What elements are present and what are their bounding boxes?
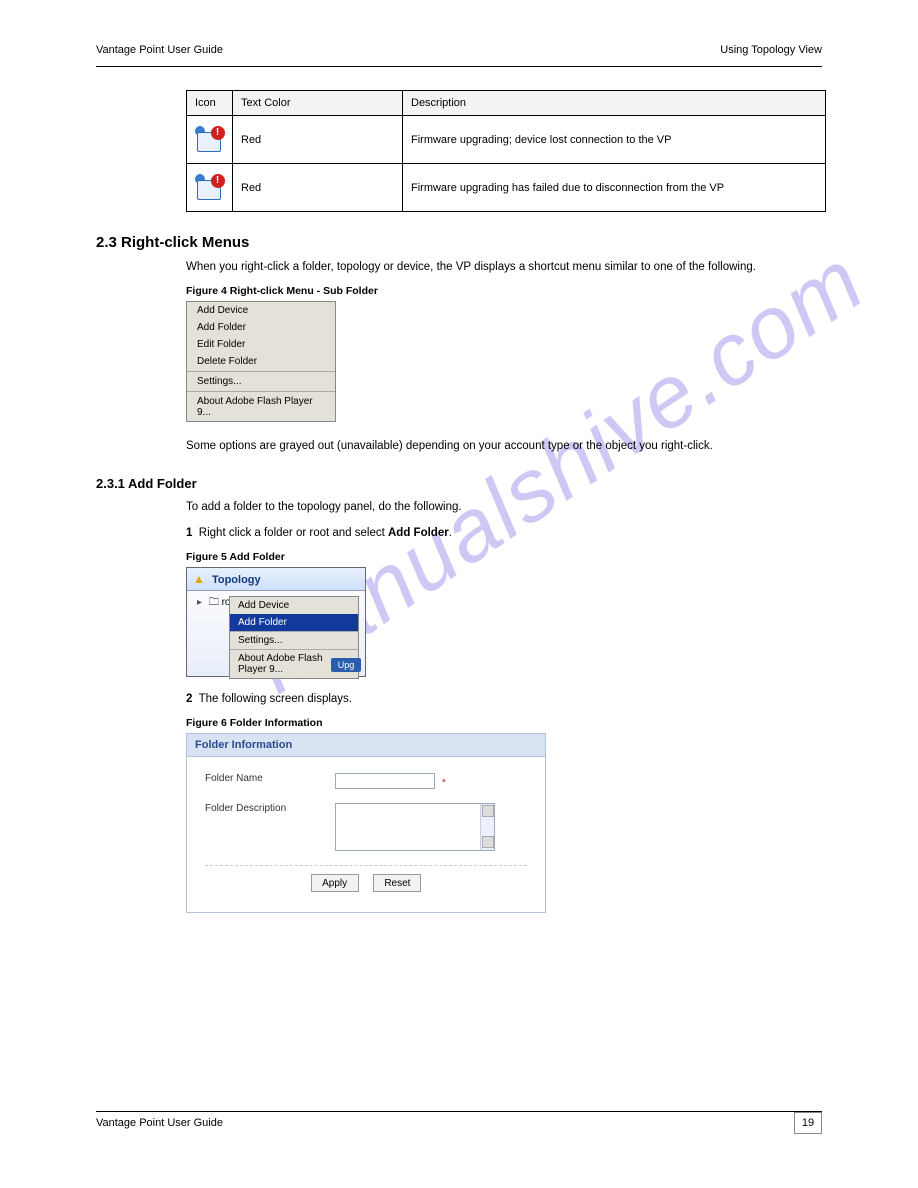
- scroll-up-icon[interactable]: [482, 805, 494, 817]
- step2: 2 The following screen displays.: [186, 691, 822, 707]
- table-row: ! Red Firmware upgrading has failed due …: [187, 164, 826, 212]
- page-footer: Vantage Point User Guide 19: [96, 1112, 822, 1134]
- status-icon-table: Icon Text Color Description ! Red Firmwa…: [186, 90, 826, 212]
- folder-name-field-wrap: *: [335, 773, 446, 789]
- paragraph: To add a folder to the topology panel, d…: [186, 499, 822, 515]
- row2-desc: Firmware upgrading has failed due to dis…: [403, 164, 826, 212]
- form-button-row: Apply Reset: [205, 865, 527, 906]
- reset-button[interactable]: Reset: [373, 874, 421, 892]
- separator: [187, 391, 335, 392]
- scrollbar[interactable]: [480, 804, 494, 850]
- required-star-icon: *: [442, 777, 446, 789]
- ctx-item-about-flash[interactable]: About Adobe Flash Player 9...: [187, 393, 335, 421]
- warning-icon: ▲: [193, 572, 205, 586]
- paragraph: When you right-click a folder, topology …: [186, 259, 822, 275]
- step1: 1 Right click a folder or root and selec…: [186, 525, 822, 541]
- ctx-item-delete-folder[interactable]: Delete Folder: [187, 353, 335, 370]
- ctx-item-add-folder[interactable]: Add Folder: [187, 319, 335, 336]
- table-header-row: Icon Text Color Description: [187, 91, 826, 116]
- ctx-item-settings[interactable]: Settings...: [230, 632, 358, 649]
- row1-color: Red: [233, 116, 403, 164]
- ctx-item-add-folder-highlighted[interactable]: Add Folder: [230, 614, 358, 631]
- section-2-3: 2.3 Right-click Menus When you right-cli…: [96, 234, 822, 454]
- page-content: Icon Text Color Description ! Red Firmwa…: [96, 90, 822, 913]
- folder-desc-label: Folder Description: [205, 803, 335, 814]
- step1-bold: Add Folder: [388, 527, 449, 539]
- ctx-item-add-device[interactable]: Add Device: [187, 302, 335, 319]
- step1-no: 1: [186, 527, 192, 539]
- header-left: Vantage Point User Guide: [96, 44, 223, 56]
- th-icon: Icon: [187, 91, 233, 116]
- folder-form-header: Folder Information: [187, 734, 545, 757]
- step1-text: Right click a folder or root and select …: [199, 527, 452, 539]
- icon-cell: !: [187, 164, 233, 212]
- section-2-3-1: 2.3.1 Add Folder To add a folder to the …: [96, 476, 822, 913]
- expand-arrow-icon: ▸: [197, 597, 202, 608]
- header-right: Using Topology View: [720, 44, 822, 56]
- folder-name-row: Folder Name *: [205, 773, 527, 789]
- paragraph: Some options are grayed out (unavailable…: [186, 438, 822, 454]
- figure5-caption: Figure 5 Add Folder: [186, 551, 822, 563]
- folder-info-form: Folder Information Folder Name * Folder …: [186, 733, 546, 913]
- ctx-item-settings[interactable]: Settings...: [187, 373, 335, 390]
- scroll-down-icon[interactable]: [482, 836, 494, 848]
- table-row: ! Red Firmware upgrading; device lost co…: [187, 116, 826, 164]
- device-upgrade-failed-icon: !: [195, 174, 225, 202]
- row1-desc: Firmware upgrading; device lost connecti…: [403, 116, 826, 164]
- topology-panel-header: ▲ Topology: [187, 568, 365, 591]
- figure4-caption: Figure 4 Right-click Menu - Sub Folder: [186, 285, 822, 297]
- topology-title: Topology: [212, 574, 261, 586]
- th-text-color: Text Color: [233, 91, 403, 116]
- step2-text: The following screen displays.: [199, 693, 352, 705]
- apply-button[interactable]: Apply: [311, 874, 359, 892]
- row2-color: Red: [233, 164, 403, 212]
- separator: [187, 371, 335, 372]
- device-upgrade-disconnected-icon: !: [195, 126, 225, 154]
- footer-left: Vantage Point User Guide: [96, 1117, 223, 1129]
- ctx-item-edit-folder[interactable]: Edit Folder: [187, 336, 335, 353]
- th-description: Description: [403, 91, 826, 116]
- upgrade-button[interactable]: Upg: [331, 658, 361, 672]
- figure6-caption: Figure 6 Folder Information: [186, 717, 822, 729]
- section-title-2-3: 2.3 Right-click Menus: [96, 234, 822, 251]
- icon-cell: !: [187, 116, 233, 164]
- context-menu-mock: Add Device Add Folder Edit Folder Delete…: [186, 301, 336, 422]
- step2-no: 2: [186, 693, 192, 705]
- folder-name-input[interactable]: [335, 773, 435, 789]
- folder-icon: 🗀: [209, 597, 219, 608]
- section-title-2-3-1: 2.3.1 Add Folder: [96, 476, 822, 491]
- folder-desc-row: Folder Description: [205, 803, 527, 851]
- folder-name-label: Folder Name: [205, 773, 335, 784]
- page-number: 19: [794, 1112, 822, 1134]
- folder-desc-textarea[interactable]: [335, 803, 495, 851]
- top-rule: [96, 66, 822, 67]
- ctx-item-add-device[interactable]: Add Device: [230, 597, 358, 614]
- topology-panel-mock: ▲ Topology ▸ 🗀 root Add Device Add Folde…: [186, 567, 366, 677]
- page-header: Vantage Point User Guide Using Topology …: [96, 44, 822, 56]
